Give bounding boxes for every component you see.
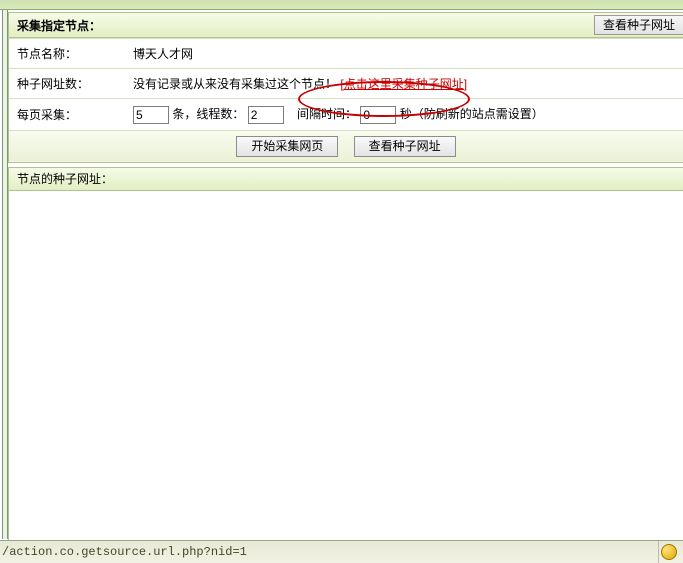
label-seconds: 秒（防刷新的站点需设置） [400,107,544,121]
row-seed-count: 种子网址数： 没有记录或从来没有采集过这个节点！ [点击这里采集种子网址] [9,69,683,99]
seed-list-header: 节点的种子网址： [8,167,683,191]
value-node-name: 博天人才网 [125,39,683,69]
interval-input[interactable] [360,106,396,124]
section-title: 采集指定节点： [17,17,101,34]
row-per-page: 每页采集： 条，线程数： 间隔时间： 秒（防刷新的站点需设置） [9,99,683,131]
start-collect-button[interactable]: 开始采集网页 [236,136,338,157]
window-top-strip [0,0,683,10]
view-seed-top-button[interactable]: 查看种子网址 [594,15,683,35]
section-title-bar: 采集指定节点： 查看种子网址 [8,12,683,38]
row-buttons: 开始采集网页 查看种子网址 [9,130,683,162]
status-bar: /action.co.getsource.url.php?nid=1 [0,540,683,563]
label-tiao: 条，线程数： [172,107,244,121]
internet-zone-icon [661,544,677,560]
form-area: 节点名称： 博天人才网 种子网址数： 没有记录或从来没有采集过这个节点！ [点击… [8,38,683,163]
form-table: 节点名称： 博天人才网 种子网址数： 没有记录或从来没有采集过这个节点！ [点击… [9,38,683,162]
seed-message: 没有记录或从来没有采集过这个节点！ [133,77,337,91]
threads-input[interactable] [248,106,284,124]
seed-list-area [8,191,683,548]
main-panel: 采集指定节点： 查看种子网址 节点名称： 博天人才网 种子网址数： 没有记录或从… [8,12,683,539]
label-per-page: 每页采集： [9,99,125,131]
label-node-name: 节点名称： [9,39,125,69]
status-right-group [658,541,683,563]
seed-list-title: 节点的种子网址： [17,170,113,187]
label-interval: 间隔时间： [297,107,357,121]
status-text: /action.co.getsource.url.php?nid=1 [2,545,247,559]
button-row: 开始采集网页 查看种子网址 [9,130,683,162]
count-input[interactable] [133,106,169,124]
collect-seed-link[interactable]: [点击这里采集种子网址] [340,77,467,91]
view-seed-button[interactable]: 查看种子网址 [354,136,456,157]
value-per-page: 条，线程数： 间隔时间： 秒（防刷新的站点需设置） [125,99,683,131]
label-seed-count: 种子网址数： [9,69,125,99]
row-node-name: 节点名称： 博天人才网 [9,39,683,69]
value-seed-count: 没有记录或从来没有采集过这个节点！ [点击这里采集种子网址] [125,69,683,99]
